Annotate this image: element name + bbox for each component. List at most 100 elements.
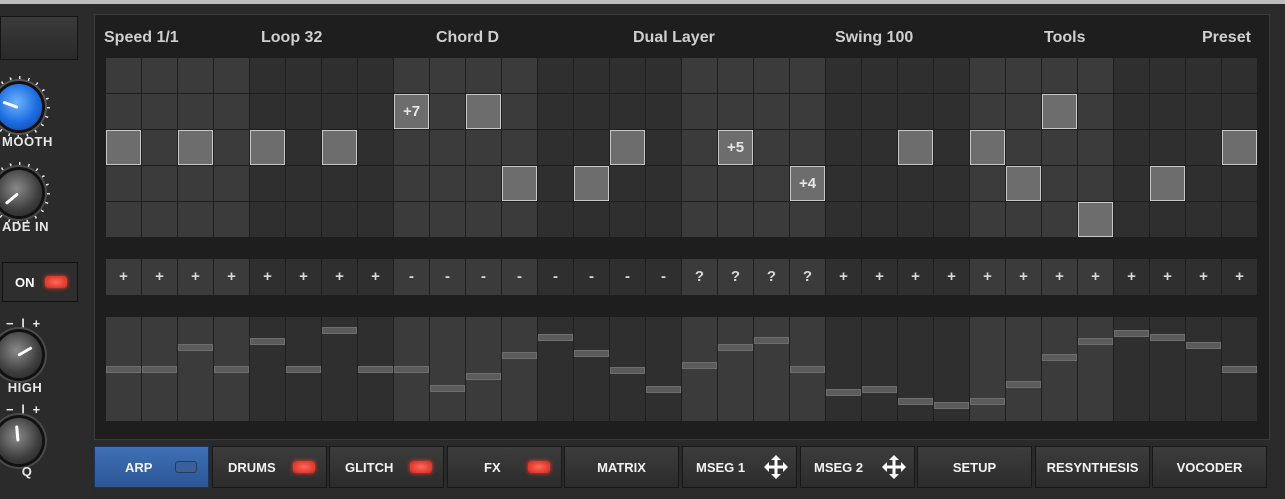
step-operation-button[interactable]: ? [790,259,825,295]
step-operation-button[interactable]: + [862,259,897,295]
grid-cell[interactable] [250,94,285,129]
note-block[interactable] [250,130,285,165]
velocity-column[interactable] [1114,317,1149,421]
step-operation-button[interactable]: + [286,259,321,295]
step-operation-button[interactable]: - [394,259,429,295]
grid-cell[interactable] [898,202,933,237]
velocity-handle[interactable] [430,385,465,392]
step-operation-button[interactable]: + [106,259,141,295]
velocity-column[interactable] [250,317,285,421]
grid-cell[interactable] [826,94,861,129]
note-block[interactable] [178,130,213,165]
velocity-handle[interactable] [862,386,897,393]
velocity-handle[interactable] [142,366,177,373]
step-operation-row[interactable]: + + + + + + + + - - - - - - - -???? + + + + + + + + + + + + [106,259,1258,295]
grid-cell[interactable] [826,166,861,201]
grid-cell[interactable] [862,202,897,237]
step-operation-button[interactable]: + [1006,259,1041,295]
grid-cell[interactable] [1114,166,1149,201]
velocity-handle[interactable] [1078,338,1113,345]
grid-cell[interactable] [574,58,609,93]
swing-selector[interactable]: Swing 100 [835,29,913,47]
grid-cell[interactable] [538,94,573,129]
grid-cell[interactable] [610,166,645,201]
grid-cell[interactable] [394,58,429,93]
on-toggle[interactable]: ON [2,262,78,302]
tab-matrix[interactable]: MATRIX [564,446,679,488]
grid-cell[interactable] [142,58,177,93]
high-knob[interactable] [0,326,56,388]
grid-cell[interactable] [1078,130,1113,165]
grid-cell[interactable] [106,94,141,129]
grid-cell[interactable] [394,166,429,201]
grid-cell[interactable] [1078,166,1113,201]
grid-cell[interactable] [142,202,177,237]
grid-cell[interactable] [1006,202,1041,237]
note-block[interactable] [502,166,537,201]
grid-cell[interactable] [1078,58,1113,93]
grid-cell[interactable] [1006,94,1041,129]
grid-cell[interactable] [754,166,789,201]
note-block[interactable] [322,130,357,165]
step-operation-button[interactable]: + [178,259,213,295]
loop-selector[interactable]: Loop 32 [261,29,322,47]
velocity-column[interactable] [1006,317,1041,421]
velocity-handle[interactable] [574,350,609,357]
grid-cell[interactable] [754,58,789,93]
grid-cell[interactable] [1078,94,1113,129]
velocity-handle[interactable] [358,366,393,373]
grid-cell[interactable] [1042,166,1077,201]
step-operation-button[interactable]: - [430,259,465,295]
velocity-handle[interactable] [826,389,861,396]
grid-cell[interactable] [178,202,213,237]
grid-cell[interactable] [1222,58,1257,93]
velocity-column[interactable] [898,317,933,421]
velocity-handle[interactable] [106,366,141,373]
velocity-handle[interactable] [322,327,357,334]
velocity-column[interactable] [466,317,501,421]
grid-cell[interactable] [682,58,717,93]
grid-cell[interactable] [898,166,933,201]
grid-cell[interactable] [610,58,645,93]
velocity-column[interactable] [862,317,897,421]
step-operation-button[interactable]: - [466,259,501,295]
grid-cell[interactable] [790,58,825,93]
velocity-handle[interactable] [790,366,825,373]
velocity-column[interactable] [970,317,1005,421]
grid-cell[interactable] [106,166,141,201]
grid-cell[interactable] [214,166,249,201]
note-block[interactable] [1222,130,1257,165]
grid-cell[interactable] [502,130,537,165]
tab-resynthesis[interactable]: RESYNTHESIS [1035,446,1150,488]
grid-cell[interactable] [250,202,285,237]
velocity-handle[interactable] [286,366,321,373]
grid-cell[interactable] [358,94,393,129]
note-block[interactable]: +4 [790,166,825,201]
grid-cell[interactable] [1114,94,1149,129]
grid-cell[interactable] [466,58,501,93]
velocity-column[interactable] [682,317,717,421]
grid-cell[interactable] [430,202,465,237]
velocity-column[interactable] [718,317,753,421]
grid-cell[interactable] [466,130,501,165]
tab-setup[interactable]: SETUP [917,446,1032,488]
velocity-handle[interactable] [970,398,1005,405]
note-block[interactable] [1042,94,1077,129]
velocity-column[interactable] [394,317,429,421]
grid-cell[interactable] [682,130,717,165]
velocity-handle[interactable] [178,344,213,351]
grid-cell[interactable] [142,166,177,201]
grid-cell[interactable] [1006,58,1041,93]
grid-cell[interactable] [574,202,609,237]
velocity-column[interactable] [1042,317,1077,421]
grid-cell[interactable] [322,58,357,93]
fade-in-knob[interactable] [0,162,56,226]
step-operation-button[interactable]: + [214,259,249,295]
grid-cell[interactable] [214,58,249,93]
grid-cell[interactable] [718,166,753,201]
step-operation-button[interactable]: + [1114,259,1149,295]
step-operation-button[interactable]: + [322,259,357,295]
note-block[interactable] [574,166,609,201]
grid-cell[interactable] [682,94,717,129]
velocity-handle[interactable] [646,386,681,393]
